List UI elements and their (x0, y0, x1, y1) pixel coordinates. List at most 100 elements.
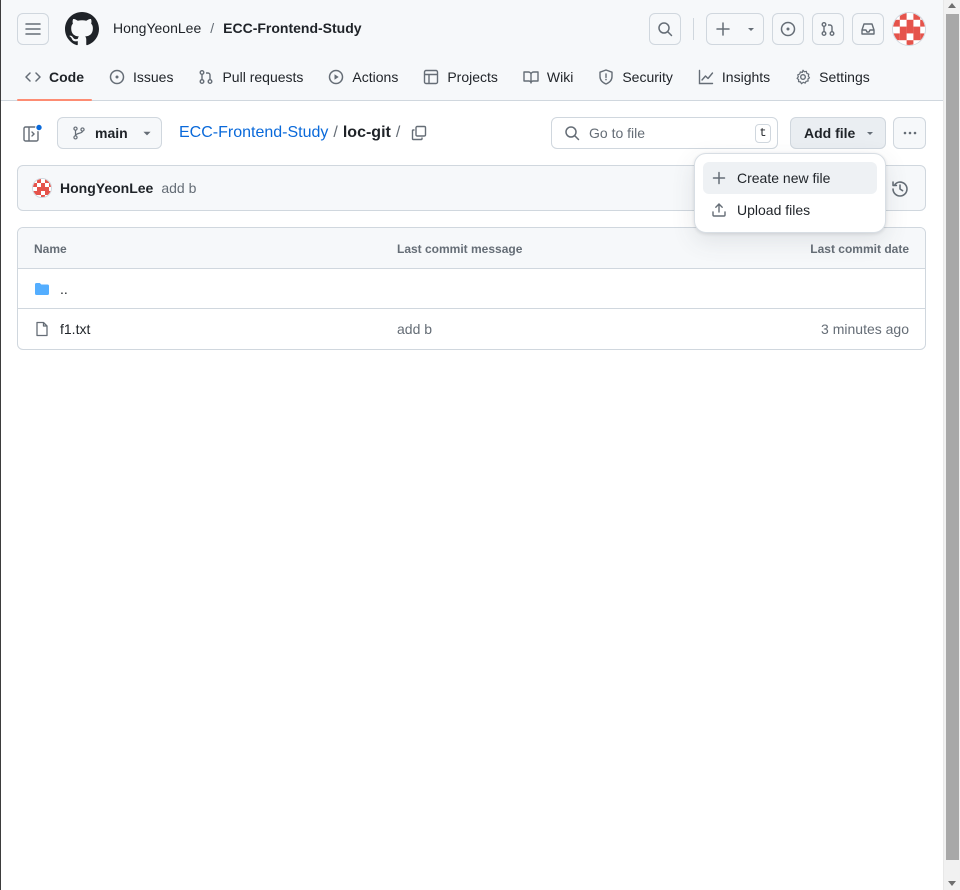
menu-item-label: Upload files (737, 202, 811, 218)
more-options-button[interactable] (893, 117, 926, 149)
tab-issues[interactable]: Issues (101, 62, 181, 92)
breadcrumb-separator: / (210, 20, 215, 36)
tab-projects[interactable]: Projects (415, 62, 506, 92)
vertical-scrollbar[interactable] (943, 0, 960, 890)
folder-icon (35, 283, 49, 295)
caret-down-icon (143, 131, 151, 136)
menu-button[interactable] (17, 13, 49, 45)
path-separator: / (395, 124, 401, 141)
kebab-horizontal-icon (903, 131, 916, 135)
book-icon (523, 71, 539, 84)
inbox-button[interactable] (852, 13, 884, 45)
tab-label: Security (622, 69, 673, 85)
scroll-up-arrow-icon[interactable] (948, 3, 956, 8)
file-path-breadcrumb: ECC-Frontend-Study / loc-git / (179, 124, 427, 142)
pull-request-icon (821, 22, 835, 36)
scrollbar-thumb[interactable] (946, 14, 959, 860)
shield-icon (599, 69, 614, 85)
tab-label: Actions (352, 69, 399, 85)
tab-label: Settings (819, 69, 870, 85)
menu-item-upload-files[interactable]: Upload files (703, 194, 877, 226)
tab-label: Projects (447, 69, 498, 85)
tab-actions[interactable]: Actions (320, 62, 406, 92)
plus-icon (712, 171, 726, 185)
sidebar-expand-icon (23, 123, 43, 142)
commit-author-link[interactable]: HongYeonLee (60, 180, 153, 196)
file-table: Name Last commit message Last commit dat… (17, 227, 926, 350)
branch-name: main (95, 125, 128, 141)
go-to-file-placeholder: Go to file (589, 125, 646, 141)
file-name-link[interactable]: .. (60, 281, 68, 297)
path-current-dir: loc-git (342, 124, 391, 141)
caret-down-icon (867, 132, 874, 135)
owner-link[interactable]: HongYeonLee (113, 20, 201, 36)
issue-icon (109, 69, 125, 85)
gear-icon (796, 69, 811, 85)
pull-request-icon (199, 70, 213, 84)
play-icon (329, 69, 344, 85)
commit-message-link[interactable]: add b (161, 180, 196, 196)
global-header: HongYeonLee / ECC-Frontend-Study Code Is… (1, 0, 943, 101)
tab-code[interactable]: Code (17, 62, 92, 101)
expand-file-tree-button[interactable] (23, 123, 43, 142)
code-icon (25, 72, 41, 82)
issue-icon (780, 21, 796, 37)
row-commit-date: 3 minutes ago (821, 321, 909, 337)
file-toolbar: main ECC-Frontend-Study / loc-git / Go t… (1, 117, 943, 149)
repo-nav: Code Issues Pull requests Actions Projec… (17, 62, 887, 101)
your-issues-button[interactable] (772, 13, 804, 45)
tab-label: Wiki (546, 69, 574, 85)
search-icon (565, 126, 580, 141)
history-icon[interactable] (891, 180, 909, 198)
github-logo-icon[interactable] (65, 12, 99, 46)
page: HongYeonLee / ECC-Frontend-Study Code Is… (1, 0, 943, 890)
path-separator: / (333, 124, 338, 141)
caret-down-icon (747, 28, 754, 31)
search-icon (658, 22, 673, 37)
branch-picker[interactable]: main (57, 117, 162, 149)
keyboard-shortcut-hint: t (755, 124, 771, 143)
tab-label: Code (49, 69, 84, 85)
column-header-name: Name (34, 242, 67, 256)
add-file-label: Add file (804, 125, 856, 141)
hamburger-icon (25, 23, 41, 35)
add-file-menu: Create new file Upload files (694, 153, 886, 233)
table-row[interactable]: .. (18, 269, 925, 309)
commit-author-avatar[interactable] (32, 178, 52, 198)
tab-security[interactable]: Security (590, 62, 681, 92)
file-name-link[interactable]: f1.txt (60, 321, 90, 337)
plus-icon (715, 22, 730, 36)
repo-breadcrumb: HongYeonLee / ECC-Frontend-Study (113, 20, 362, 36)
graph-icon (698, 69, 714, 85)
tab-settings[interactable]: Settings (787, 62, 878, 92)
tab-label: Insights (721, 69, 771, 85)
tab-label: Pull requests (222, 69, 304, 85)
identicon-icon (893, 13, 925, 45)
path-repo-link[interactable]: ECC-Frontend-Study (179, 124, 328, 142)
identicon-icon (33, 179, 51, 197)
table-header: Name Last commit message Last commit dat… (18, 228, 925, 269)
menu-item-create-new-file[interactable]: Create new file (703, 162, 877, 194)
git-branch-icon (73, 126, 85, 140)
scroll-down-arrow-icon[interactable] (948, 881, 956, 886)
inbox-icon (861, 23, 875, 35)
search-button[interactable] (649, 13, 681, 45)
menu-item-label: Create new file (737, 170, 831, 186)
file-icon (36, 321, 48, 337)
tab-wiki[interactable]: Wiki (515, 62, 581, 92)
go-to-file-input[interactable]: Go to file t (551, 117, 778, 149)
column-header-message: Last commit message (397, 242, 523, 256)
copy-icon[interactable] (411, 125, 427, 141)
add-file-button[interactable]: Add file (790, 117, 886, 149)
table-icon (424, 69, 439, 85)
column-header-date: Last commit date (810, 242, 909, 256)
header-divider (693, 18, 694, 40)
row-commit-message[interactable]: add b (397, 321, 432, 337)
table-row[interactable]: f1.txt add b 3 minutes ago (18, 309, 925, 349)
your-pull-requests-button[interactable] (812, 13, 844, 45)
tab-pull-requests[interactable]: Pull requests (190, 62, 311, 92)
create-new-button[interactable] (706, 13, 764, 45)
repo-link[interactable]: ECC-Frontend-Study (223, 20, 361, 36)
user-avatar[interactable] (892, 12, 926, 46)
tab-insights[interactable]: Insights (690, 62, 778, 92)
